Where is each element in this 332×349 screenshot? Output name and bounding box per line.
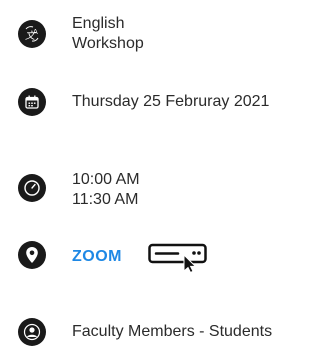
zoom-link[interactable]: ZOOM bbox=[72, 247, 122, 267]
event-end-time: 11:30 AM bbox=[72, 191, 139, 208]
event-title: English Workshop bbox=[72, 14, 144, 54]
clock-icon bbox=[18, 174, 46, 202]
event-time: 10:00 AM 11:30 AM bbox=[72, 170, 140, 210]
user-icon bbox=[18, 318, 46, 346]
join-online-icon[interactable] bbox=[148, 241, 228, 274]
translate-icon: 文 A bbox=[18, 20, 46, 48]
event-start-time: 10:00 AM bbox=[72, 171, 140, 188]
event-title-line-1: English bbox=[72, 15, 125, 32]
event-audience: Faculty Members - Students bbox=[72, 323, 273, 340]
calendar-icon bbox=[18, 88, 46, 116]
event-date: Thursday 25 Februray 2021 bbox=[72, 93, 270, 110]
svg-text:A: A bbox=[33, 28, 38, 36]
event-title-line-2: Workshop bbox=[72, 35, 144, 52]
location-pin-icon bbox=[18, 241, 46, 269]
